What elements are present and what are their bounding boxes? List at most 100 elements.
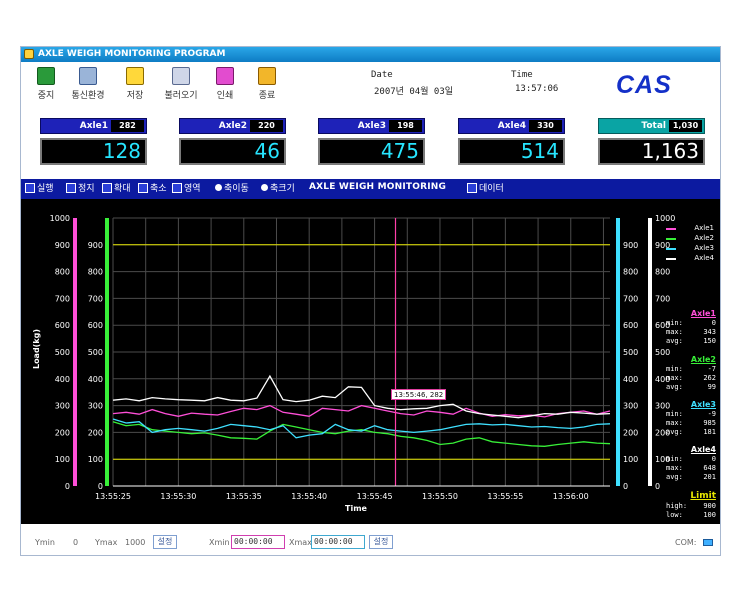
stat-label: max:: [666, 464, 683, 472]
y-tick-label: 700: [55, 294, 70, 303]
title-bar: AXLE WEIGH MONITORING PROGRAM: [21, 47, 720, 62]
y-tick-label: 500: [55, 348, 70, 357]
run-button[interactable]: 실행: [25, 183, 54, 195]
y-tick-label: 1000: [50, 214, 70, 223]
stat-label: min:: [666, 410, 683, 418]
pause-label: 정지: [78, 184, 95, 194]
xmin-field[interactable]: 00:00:00: [231, 535, 285, 549]
y-tick-label: 300: [88, 402, 103, 411]
exit-button[interactable]: 종료: [247, 67, 287, 103]
stat-label: avg:: [666, 337, 683, 345]
ymax-label: Ymax: [95, 538, 118, 547]
x-tick-label: 13:55:35: [226, 492, 262, 501]
date-value: 2007년 04월 03일: [374, 87, 454, 97]
ymin-value[interactable]: 0: [73, 538, 78, 547]
zoom-in-button[interactable]: 확대: [102, 183, 131, 195]
x-tick-label: 13:55:45: [357, 492, 393, 501]
y-tick-label: 900: [623, 241, 638, 250]
y-tick-label: 800: [623, 268, 638, 277]
axle4-stats: Axle4 min: 0 max: 648 avg: 201: [666, 445, 716, 482]
area-label: 영역: [184, 184, 201, 194]
load-label: 불러오기: [164, 91, 198, 101]
stat-label: min:: [666, 365, 683, 373]
data-button[interactable]: 데이터: [467, 183, 504, 195]
axle1-stats: Axle1 min: 0 max: 343 avg: 150: [666, 309, 716, 346]
limit-value: 900: [703, 502, 716, 510]
y-tick-label: 900: [88, 241, 103, 250]
y-tick-label: 800: [88, 268, 103, 277]
play-icon: [25, 183, 35, 193]
zoom-in-label: 확대: [114, 184, 131, 194]
axis-move-radio[interactable]: 축이동: [215, 183, 249, 195]
legend-label: Axle3: [694, 244, 714, 252]
y-tick-label: 400: [55, 375, 70, 384]
stop-icon: [66, 183, 76, 193]
xmin-label: Xmin: [209, 538, 230, 547]
total-display: 1,163: [598, 138, 705, 165]
y-tick-label: 300: [623, 402, 638, 411]
y-tick-label: 200: [88, 428, 103, 437]
axle2-stats: Axle2 min: -7 max: 262 avg: 99: [666, 355, 716, 392]
limit-label: high:: [666, 502, 688, 510]
save-button[interactable]: 저장: [115, 67, 155, 103]
stat-label: min:: [666, 455, 683, 463]
ymax-value[interactable]: 1000: [125, 538, 145, 547]
radio-selected-icon: [215, 184, 222, 191]
time-value: 13:57:06: [515, 84, 559, 94]
print-button[interactable]: 인쇄: [205, 67, 245, 103]
pause-button[interactable]: 정지: [66, 183, 95, 195]
load-button[interactable]: 불러오기: [161, 67, 201, 103]
y-tick-label: 0: [65, 482, 70, 491]
y-tick-label: 700: [88, 294, 103, 303]
stat-title: Axle3: [690, 400, 716, 409]
limit-title: Limit: [690, 491, 716, 501]
axle1-label: Axle1: [79, 121, 108, 131]
y-tick-label: 0: [655, 482, 660, 491]
y-tick-label: 100: [55, 455, 70, 464]
y-tick-label: 700: [655, 294, 670, 303]
data-label: 데이터: [479, 184, 504, 194]
xmax-field[interactable]: 00:00:00: [311, 535, 365, 549]
x-set-button[interactable]: 설정: [369, 535, 393, 549]
x-axis-label: Time: [345, 504, 368, 513]
y-set-button[interactable]: 설정: [153, 535, 177, 549]
y-tick-label: 600: [55, 321, 70, 330]
zoom-out-button[interactable]: 축소: [138, 183, 167, 195]
axle2-header: Axle2 220: [179, 118, 286, 134]
stat-value: 985: [703, 419, 716, 427]
limit-stats: Limit high: 900 low: 100: [666, 491, 716, 520]
area-icon: [172, 183, 182, 193]
legend-swatch: [666, 238, 676, 240]
chart-toolbar: 실행 정지 확대 축소 영역 축이동 축크기 AXLE WEIGH MONITO…: [21, 179, 720, 199]
y-tick-label: 1000: [655, 214, 675, 223]
legend-swatch: [666, 248, 676, 250]
area-button[interactable]: 영역: [172, 183, 201, 195]
stat-value: -7: [707, 365, 716, 373]
x-tick-label: 13:55:40: [291, 492, 327, 501]
y-tick-label: 200: [55, 428, 70, 437]
tick-labels: 0 0 0 0100 100 100 100200 200 200 200300 300 300 300…: [50, 214, 676, 501]
x-tick-label: 13:55:50: [422, 492, 458, 501]
comm-settings-button[interactable]: 통신환경: [68, 67, 108, 103]
radio-icon: [261, 184, 268, 191]
chart-svg: 0 0 0 0100 100 100 100200 200 200 200300 300 300 300…: [32, 214, 676, 513]
print-icon: [216, 67, 234, 85]
stat-value: 648: [703, 464, 716, 472]
stop-button[interactable]: 중지: [26, 67, 66, 103]
y-axis-label: Load(kg): [32, 329, 41, 369]
axle1-header: Axle1 282: [40, 118, 147, 134]
axle2-small-value: 220: [250, 120, 283, 132]
plot-area[interactable]: 0 0 0 0 100 100 100 100 200 200 200 200 300 300 300 300…: [21, 199, 720, 524]
axle3-label: Axle3: [357, 121, 386, 131]
legend-swatch: [666, 258, 676, 260]
axis-size-radio[interactable]: 축크기: [261, 183, 295, 195]
save-label: 저장: [126, 91, 144, 101]
axle2-display: 46: [179, 138, 286, 165]
y-tick-label: 800: [55, 268, 70, 277]
stat-label: max:: [666, 374, 683, 382]
stat-title: Axle2: [690, 355, 716, 364]
exit-label: 종료: [258, 91, 276, 101]
x-tick-label: 13:56:00: [553, 492, 589, 501]
stat-title: Axle1: [690, 309, 716, 318]
legend-label: Axle2: [694, 234, 714, 242]
